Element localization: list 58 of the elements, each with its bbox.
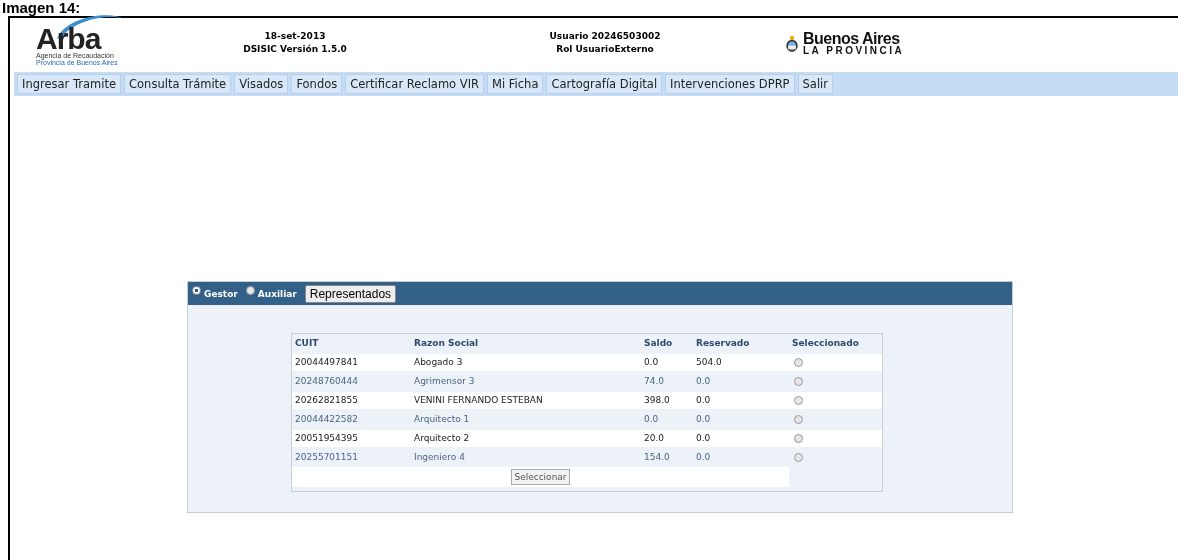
table-cell: Arquitecto 2 [411,430,641,447]
brand-title: Buenos Aires [803,32,900,46]
menu-item[interactable]: Fondos [291,74,343,94]
user-text: Usuario 20246503002 [548,30,662,43]
radio-button[interactable] [794,415,803,424]
date-text: 18-set-2013 [263,30,327,43]
table-cell: 0.0 [693,392,789,409]
table-cell: 0.0 [641,354,693,371]
table-cell: 20.0 [641,430,693,447]
radio-button[interactable] [794,358,803,367]
radio-button[interactable] [245,286,255,295]
menu-item[interactable]: Cartografía Digital [546,74,663,94]
coat-of-arms-icon [785,35,799,53]
table-cell: 20051954395 [292,430,411,447]
role-text: Rol UsuarioExterno [555,43,655,56]
seleccionar-button[interactable]: Seleccionar [511,469,570,485]
representados-button[interactable]: Representados [304,284,397,303]
version-text: DSISIC Versión 1.5.0 [242,43,348,56]
radio-button[interactable] [794,377,803,386]
menu-item[interactable]: Ingresar Tramite [17,74,122,94]
column-header: CUIT [294,337,320,350]
brand-subtitle: LA PROVINCIA [803,46,905,56]
menu-item[interactable]: Intervenciones DPRP [665,74,795,94]
table-cell: VENINI FERNANDO ESTEBAN [411,392,641,409]
table-cell-text: 74.0 [643,375,666,388]
table-cell-text: 0.0 [695,375,712,388]
table-cell-text: 20248760444 [294,375,359,388]
table-cell-text: Arquitecto 1 [413,413,471,426]
table-cell-text: 20255701151 [294,451,359,464]
table-cell-text: 0.0 [695,413,712,426]
column-header: Razon Social [413,337,480,350]
radio-button[interactable] [192,286,201,295]
table-cell-text: Ingeniero 4 [413,451,466,464]
menu-item[interactable]: Certificar Reclamo VIR [345,74,485,94]
table-cell-text: 20044422582 [294,413,359,426]
table-cell-text: Agrimensor 3 [413,375,476,388]
column-header: Reservado [695,337,751,350]
menu-item[interactable]: Salir [797,74,834,94]
table-cell-text: 0.0 [643,413,660,426]
radio-label: Auxiliar [257,288,297,299]
menu-item[interactable]: Visados [234,74,289,94]
menu-item[interactable]: Consulta Trámite [124,74,232,94]
table-cell: 20044497841 [292,354,411,371]
menu-item[interactable]: Mi Ficha [487,74,544,94]
column-header: Seleccionado [791,337,860,350]
table-cell: Abogado 3 [411,354,641,371]
table-cell: 20262821855 [292,392,411,409]
table-cell-text: 154.0 [643,451,671,464]
radio-button[interactable] [794,453,803,462]
radio-button[interactable] [794,396,803,405]
column-header: Saldo [643,337,674,350]
table-cell-text: 0.0 [695,451,712,464]
table-cell: 398.0 [641,392,693,409]
table-cell: 504.0 [693,354,789,371]
radio-label: Gestor [204,288,238,299]
radio-button[interactable] [794,434,803,443]
caption-text: Imagen 14: [1,0,82,16]
table-cell: 0.0 [693,430,789,447]
